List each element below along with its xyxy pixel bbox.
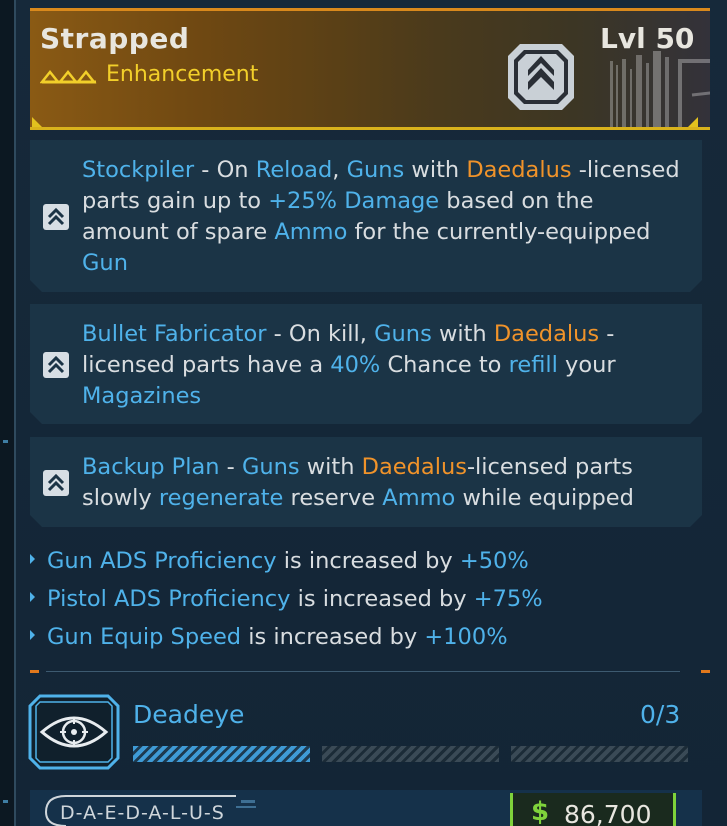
perk-chevron-icon: [43, 470, 69, 496]
bullet-arrow-icon: [30, 591, 35, 602]
rank-segment: [511, 746, 688, 762]
perk-keyword: Daedalus: [466, 157, 572, 183]
perk-keyword: Guns: [374, 321, 432, 347]
perk-text-segment: with: [404, 157, 467, 183]
perk-description: Bullet Fabricator - On kill, Guns with D…: [82, 319, 682, 412]
perk-keyword: +25% Damage: [268, 188, 440, 214]
perk-keyword: Backup Plan: [82, 454, 220, 480]
perk-keyword: Guns: [241, 454, 300, 480]
perk-text-segment: reserve: [283, 485, 383, 511]
bullet-arrow-icon: [30, 553, 35, 564]
stat-text: is increased by: [241, 624, 425, 650]
perk-keyword: refill: [508, 352, 558, 378]
perk-text-segment: - On: [194, 157, 256, 183]
stat-name: Gun ADS Proficiency: [47, 548, 277, 574]
rank-segment: [322, 746, 499, 762]
header-underline: [30, 127, 710, 130]
perk-keyword: Ammo: [274, 219, 348, 245]
skill-name: Deadeye: [133, 700, 245, 729]
perk-keyword: Daedalus: [493, 321, 600, 347]
stat-value: +50%: [459, 548, 529, 574]
left-edge-decoration: [0, 0, 14, 826]
perk-backup-plan: Backup Plan - Guns with Daedalus-license…: [30, 437, 702, 527]
stat-value: +100%: [424, 624, 508, 650]
eye-crosshair-icon[interactable]: [28, 694, 120, 770]
perk-text-segment: ,: [332, 157, 347, 183]
stat-name: Gun Equip Speed: [47, 624, 242, 650]
perk-text-segment: - On kill,: [266, 321, 375, 347]
stat-text: is increased by: [290, 586, 474, 612]
perk-keyword: regenerate: [158, 485, 284, 511]
perk-text-segment: -: [219, 454, 242, 480]
corner-marker-left: [32, 117, 42, 127]
item-name: Strapped: [40, 22, 190, 55]
perk-chevron-icon: [43, 352, 69, 378]
rarity-chevrons-icon: [40, 70, 97, 84]
perk-description: Stockpiler - On Reload, Guns with Daedal…: [82, 155, 682, 279]
bullet-arrow-icon: [30, 629, 35, 640]
stat-text: is increased by: [276, 548, 460, 574]
perk-keyword: Bullet Fabricator: [82, 321, 267, 347]
perk-keyword: Gun: [82, 250, 128, 276]
currency-icon: $: [531, 797, 550, 826]
perk-text-segment: while equipped: [455, 485, 634, 511]
enhancement-badge-icon: [508, 44, 574, 110]
perk-description: Backup Plan - Guns with Daedalus-license…: [82, 452, 682, 514]
perk-text-segment: for the currently-equipped: [347, 219, 651, 245]
rank-segment: [133, 746, 310, 762]
section-divider: [30, 670, 710, 673]
stat-line: Gun ADS Proficiency is increased by +50%: [30, 548, 529, 574]
perk-stockpiler: Stockpiler - On Reload, Guns with Daedal…: [30, 140, 702, 292]
perk-keyword: Daedalus: [361, 454, 467, 480]
perk-keyword: Stockpiler: [82, 157, 195, 183]
perk-keyword: Guns: [346, 157, 405, 183]
item-level: Lvl 50: [600, 22, 695, 55]
perk-text-segment: your: [557, 352, 616, 378]
perk-text-segment: with: [431, 321, 494, 347]
item-type: Enhancement: [106, 62, 259, 87]
perk-chevron-icon: [43, 204, 69, 230]
perk-bullet-fabricator: Bullet Fabricator - On kill, Guns with D…: [30, 304, 702, 424]
stat-line: Gun Equip Speed is increased by +100%: [30, 624, 508, 650]
perk-keyword: Reload: [255, 157, 333, 183]
edge-tick: [3, 440, 8, 443]
perk-keyword: 40%: [330, 352, 381, 378]
perk-text-segment: with: [299, 454, 362, 480]
perk-keyword: Magazines: [82, 383, 202, 409]
perk-keyword: Ammo: [382, 485, 456, 511]
stat-name: Pistol ADS Proficiency: [47, 586, 291, 612]
skill-rank: 0/3: [640, 700, 681, 729]
perk-text-segment: Chance to: [380, 352, 509, 378]
stat-value: +75%: [473, 586, 543, 612]
edge-tick: [3, 800, 8, 803]
item-price: 86,700: [564, 800, 652, 826]
corner-marker-right: [688, 117, 698, 127]
manufacturer-name: D-A-E-D-A-L-U-S: [60, 802, 225, 824]
stat-line: Pistol ADS Proficiency is increased by +…: [30, 586, 543, 612]
